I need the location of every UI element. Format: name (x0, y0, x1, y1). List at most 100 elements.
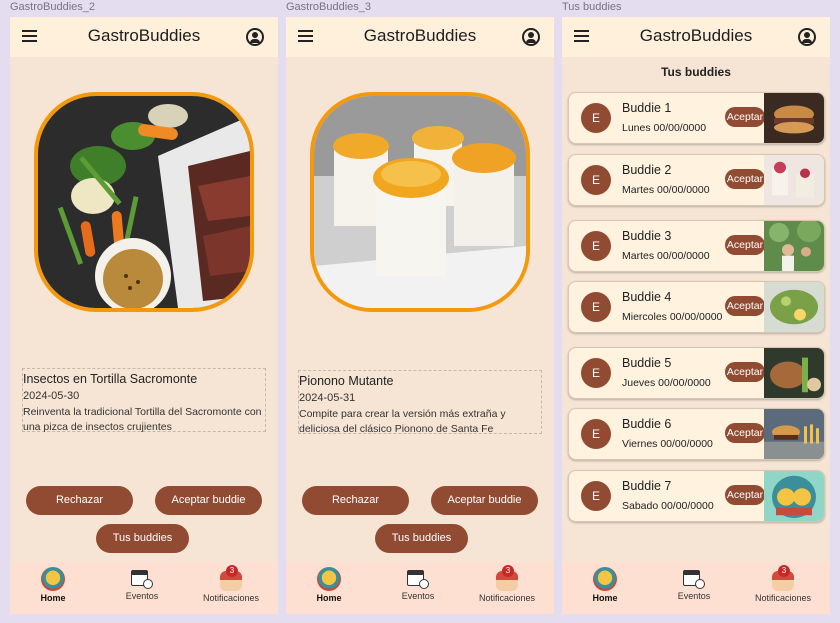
event-card: Insectos en Tortilla Sacromonte 2024-05-… (22, 368, 266, 433)
app-bar: GastroBuddies (286, 17, 554, 57)
dish-thumbnail (764, 348, 824, 398)
dessert-thumbnail (764, 155, 824, 205)
nav-events[interactable]: Eventos (378, 567, 458, 601)
buddy-date: Miercoles 00/00/0000 (622, 311, 723, 323)
your-buddies-button[interactable]: Tus buddies (96, 524, 189, 553)
app-title: GastroBuddies (87, 26, 201, 45)
buddy-name: Buddie 5 (622, 356, 672, 370)
nav-events-label: Eventos (677, 591, 711, 601)
calendar-icon (683, 567, 705, 589)
buddy-card[interactable]: E Buddie 2 Martes 00/00/0000 Aceptar (568, 154, 825, 206)
accept-button[interactable]: Aceptar (725, 235, 765, 255)
phone-screen-2: GastroBuddies Pionono Mutante 2024-05-31… (286, 17, 554, 614)
avatar: E (581, 165, 611, 195)
accept-button[interactable]: Aceptar (725, 169, 765, 189)
notifications-icon: 3 (494, 565, 520, 591)
nav-notifications-label: Notificaciones (754, 593, 812, 603)
buddy-name: Buddie 3 (622, 229, 672, 243)
app-title: GastroBuddies (639, 26, 753, 45)
notifications-icon: 3 (218, 565, 244, 591)
nav-events[interactable]: Eventos (102, 567, 182, 601)
your-buddies-button[interactable]: Tus buddies (375, 524, 468, 553)
app-title: GastroBuddies (363, 26, 477, 45)
event-image (310, 92, 530, 312)
event-name: Pionono Mutante (299, 374, 394, 388)
nav-events[interactable]: Eventos (654, 567, 734, 601)
home-icon (41, 567, 65, 591)
account-icon[interactable] (246, 28, 264, 46)
nav-notifications-label: Notificaciones (202, 593, 260, 603)
notification-badge: 3 (502, 565, 514, 577)
nav-notifications[interactable]: 3 Notificaciones (191, 565, 271, 603)
nav-home-label: Home (592, 593, 618, 603)
nav-home[interactable]: Home (289, 567, 369, 603)
app-bar: GastroBuddies (562, 17, 830, 57)
event-name: Insectos en Tortilla Sacromonte (23, 372, 198, 386)
accept-button[interactable]: Aceptar (725, 362, 765, 382)
accept-button[interactable]: Aceptar (725, 107, 765, 127)
event-description: Compite para crear la versión más extrañ… (299, 408, 506, 435)
gastrobuddies-logo-thumbnail (764, 471, 824, 521)
frame-title: GastroBuddies_3 (286, 1, 371, 13)
nav-home-label: Home (316, 593, 342, 603)
buddy-name: Buddie 4 (622, 290, 672, 304)
nav-events-label: Eventos (125, 591, 159, 601)
account-icon[interactable] (798, 28, 816, 46)
buddy-card[interactable]: E Buddie 4 Miercoles 00/00/0000 Aceptar (568, 281, 825, 333)
buddy-name: Buddie 1 (622, 101, 672, 115)
avatar: E (581, 292, 611, 322)
app-bar: GastroBuddies (10, 17, 278, 57)
burger-fries-thumbnail (764, 409, 824, 459)
event-date: 2024-05-31 (299, 392, 356, 404)
phone-screen-1: GastroBuddies Insectos en Tortilla Sacro… (10, 17, 278, 614)
accept-buddie-button[interactable]: Aceptar buddie (431, 486, 538, 515)
buddy-date: Martes 00/00/0000 (622, 250, 710, 262)
avatar: E (581, 419, 611, 449)
bottom-nav: Home Eventos 3 Notificaciones (10, 562, 278, 614)
notification-badge: 3 (778, 565, 790, 577)
calendar-icon (407, 567, 429, 589)
buddy-card[interactable]: E Buddie 7 Sabado 00/00/0000 Aceptar (568, 470, 825, 522)
buddy-card[interactable]: E Buddie 1 Lunes 00/00/0000 Aceptar (568, 92, 825, 144)
buddy-date: Sabado 00/00/0000 (622, 500, 714, 512)
bottom-nav: Home Eventos 3 Notificaciones (286, 562, 554, 614)
buddy-name: Buddie 7 (622, 479, 672, 493)
reject-button[interactable]: Rechazar (26, 486, 133, 515)
buddies-heading: Tus buddies (661, 65, 731, 79)
buddy-date: Viernes 00/00/0000 (622, 438, 713, 450)
buddy-card[interactable]: E Buddie 5 Jueves 00/00/0000 Aceptar (568, 347, 825, 399)
nav-events-label: Eventos (401, 591, 435, 601)
avatar: E (581, 231, 611, 261)
steak-vegetables-image (38, 96, 250, 308)
buddy-card[interactable]: E Buddie 3 Martes 00/00/0000 Aceptar (568, 220, 825, 272)
avatar: E (581, 358, 611, 388)
buddy-name: Buddie 6 (622, 417, 672, 431)
burger-thumbnail (764, 93, 824, 143)
home-icon (593, 567, 617, 591)
nav-home-label: Home (40, 593, 66, 603)
notification-badge: 3 (226, 565, 238, 577)
accept-button[interactable]: Aceptar (725, 296, 765, 316)
nav-notifications[interactable]: 3 Notificaciones (467, 565, 547, 603)
account-icon[interactable] (522, 28, 540, 46)
event-card: Pionono Mutante 2024-05-31 Compite para … (298, 370, 542, 435)
notifications-icon: 3 (770, 565, 796, 591)
buddy-date: Lunes 00/00/0000 (622, 122, 707, 134)
accept-buddie-button[interactable]: Aceptar buddie (155, 486, 262, 515)
frame-title: Tus buddies (562, 1, 622, 13)
calendar-icon (131, 567, 153, 589)
accept-button[interactable]: Aceptar (725, 485, 765, 505)
event-image (34, 92, 254, 312)
event-description: Reinventa la tradicional Tortilla del Sa… (23, 406, 262, 433)
bottom-nav: Home Eventos 3 Notificaciones (562, 562, 830, 614)
reject-button[interactable]: Rechazar (302, 486, 409, 515)
buddy-card[interactable]: E Buddie 6 Viernes 00/00/0000 Aceptar (568, 408, 825, 460)
avatar: E (581, 103, 611, 133)
accept-button[interactable]: Aceptar (725, 423, 765, 443)
nav-home[interactable]: Home (565, 567, 645, 603)
pionono-image (314, 96, 526, 308)
nav-notifications[interactable]: 3 Notificaciones (743, 565, 823, 603)
phone-screen-3: GastroBuddies Tus buddies E Buddie 1 Lun… (562, 17, 830, 614)
nav-home[interactable]: Home (13, 567, 93, 603)
home-icon (317, 567, 341, 591)
